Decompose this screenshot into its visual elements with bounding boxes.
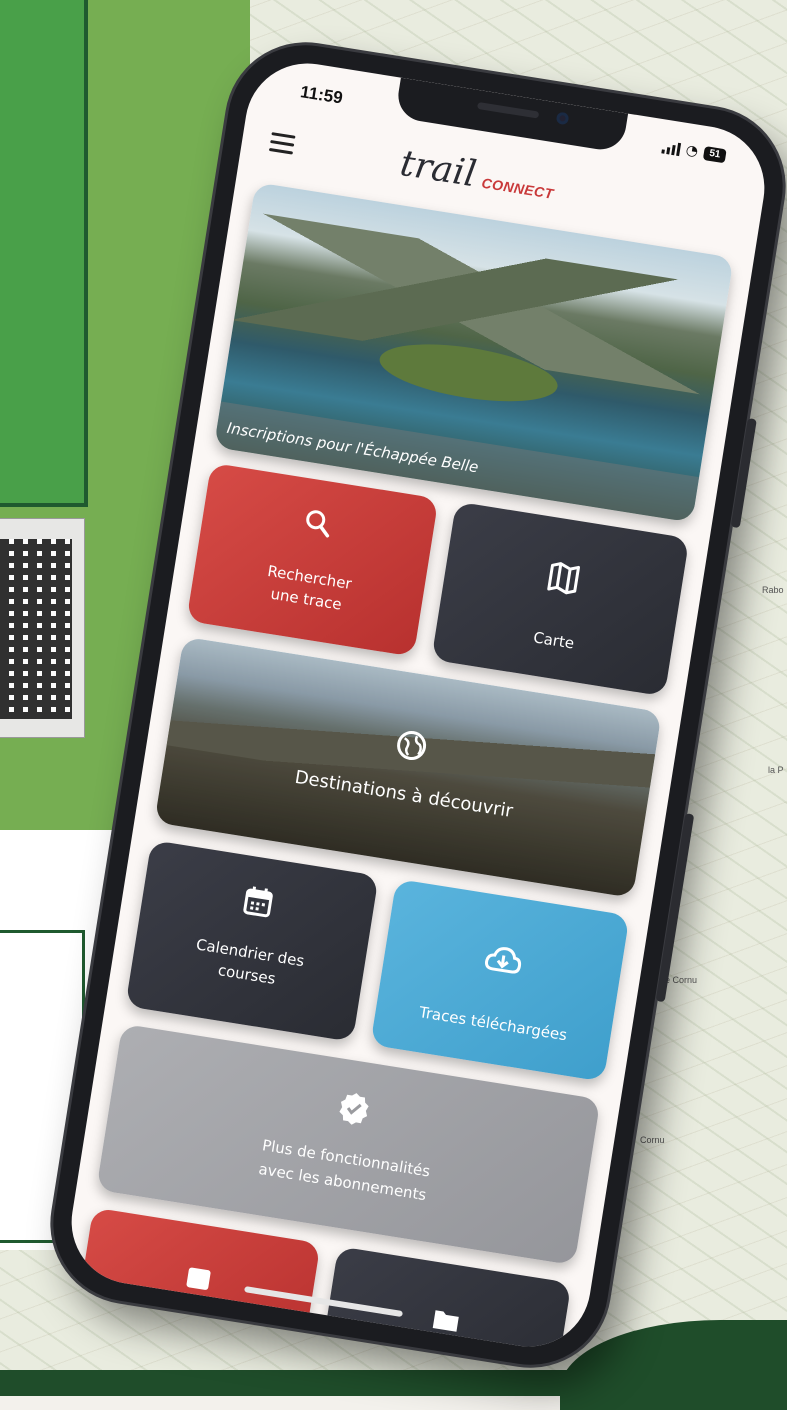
map-icon xyxy=(444,543,683,617)
map-button[interactable]: Carte xyxy=(431,501,690,697)
status-icons: ◔ 51 xyxy=(661,139,727,164)
calendar-button[interactable]: Calendrier des courses xyxy=(125,839,379,1042)
battery-icon: 51 xyxy=(702,146,727,164)
search-icon xyxy=(202,490,434,560)
qr-code-icon xyxy=(0,539,72,719)
green-inner-panel xyxy=(0,0,88,507)
map-label: Carte xyxy=(532,628,576,653)
hamburger-menu-icon[interactable] xyxy=(268,132,296,156)
map-place-label: Cornu xyxy=(640,1135,665,1145)
signal-icon xyxy=(661,139,681,157)
downloads-label: Traces téléchargées xyxy=(417,1003,569,1045)
app-logo: trail CONNECT xyxy=(397,143,557,208)
calendar-icon xyxy=(142,868,375,940)
search-trace-button[interactable]: Rechercher une trace xyxy=(186,462,439,657)
map-place-label: Rabo xyxy=(762,585,784,595)
cloud-download-icon xyxy=(384,926,622,996)
bottom-green-strip xyxy=(0,1370,787,1396)
qr-code-box xyxy=(0,518,85,738)
camera-icon xyxy=(555,111,570,126)
map-place-label: la P xyxy=(768,765,784,775)
logo-trail-text: trail xyxy=(397,142,479,196)
speaker-icon xyxy=(476,101,540,119)
logo-connect-text: CONNECT xyxy=(480,174,555,202)
downloaded-traces-button[interactable]: Traces téléchargées xyxy=(370,878,630,1082)
wifi-icon: ◔ xyxy=(684,142,700,160)
divider-line xyxy=(0,930,84,933)
status-time: 11:59 xyxy=(299,82,345,108)
